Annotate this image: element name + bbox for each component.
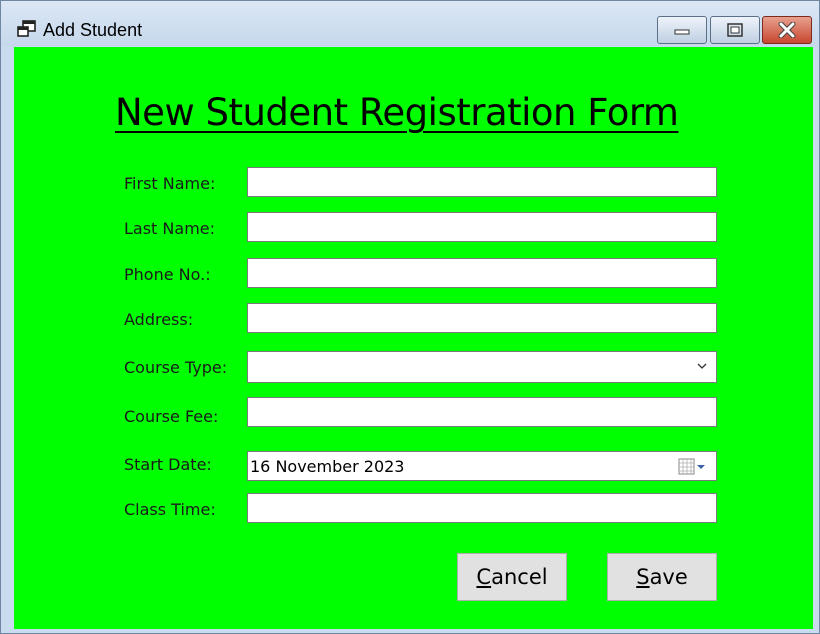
last-name-field[interactable]: [247, 212, 717, 242]
close-button[interactable]: [762, 16, 812, 44]
cancel-label-rest: ancel: [491, 565, 548, 589]
start-date-value: 16 November 2023: [250, 457, 405, 476]
phone-label: Phone No.:: [124, 265, 211, 284]
form-heading: New Student Registration Form: [115, 91, 679, 134]
course-type-label: Course Type:: [124, 358, 228, 377]
address-label: Address:: [124, 310, 194, 329]
last-name-label: Last Name:: [124, 219, 216, 238]
class-time-label: Class Time:: [124, 500, 216, 519]
cancel-button[interactable]: Cancel: [457, 553, 567, 601]
start-date-picker[interactable]: 16 November 2023: [247, 451, 717, 481]
cancel-accelerator: C: [476, 565, 492, 589]
first-name-field[interactable]: [247, 167, 717, 197]
class-time-field[interactable]: [247, 493, 717, 523]
windows-app-icon: [17, 20, 36, 37]
window-title: Add Student: [43, 20, 143, 40]
maximize-button[interactable]: [710, 16, 760, 44]
first-name-label: First Name:: [124, 174, 216, 193]
address-field[interactable]: [247, 303, 717, 333]
start-date-label: Start Date:: [124, 455, 212, 474]
course-fee-field[interactable]: [247, 397, 717, 427]
save-label-rest: ave: [649, 565, 688, 589]
minimize-icon: [674, 29, 690, 35]
maximize-icon: [727, 23, 743, 37]
save-button[interactable]: Save: [607, 553, 717, 601]
add-student-window: Add Student New Student Registration For…: [0, 0, 820, 634]
title-bar[interactable]: Add Student: [1, 1, 819, 46]
save-accelerator: S: [636, 565, 650, 589]
close-icon: [778, 22, 796, 38]
course-fee-label: Course Fee:: [124, 407, 219, 426]
minimize-button[interactable]: [657, 16, 707, 44]
chevron-down-icon: [697, 363, 707, 369]
phone-field[interactable]: [247, 258, 717, 288]
calendar-dropdown-icon[interactable]: [678, 458, 706, 476]
course-type-select[interactable]: [247, 351, 717, 383]
form-panel: New Student Registration Form First Name…: [14, 47, 813, 629]
